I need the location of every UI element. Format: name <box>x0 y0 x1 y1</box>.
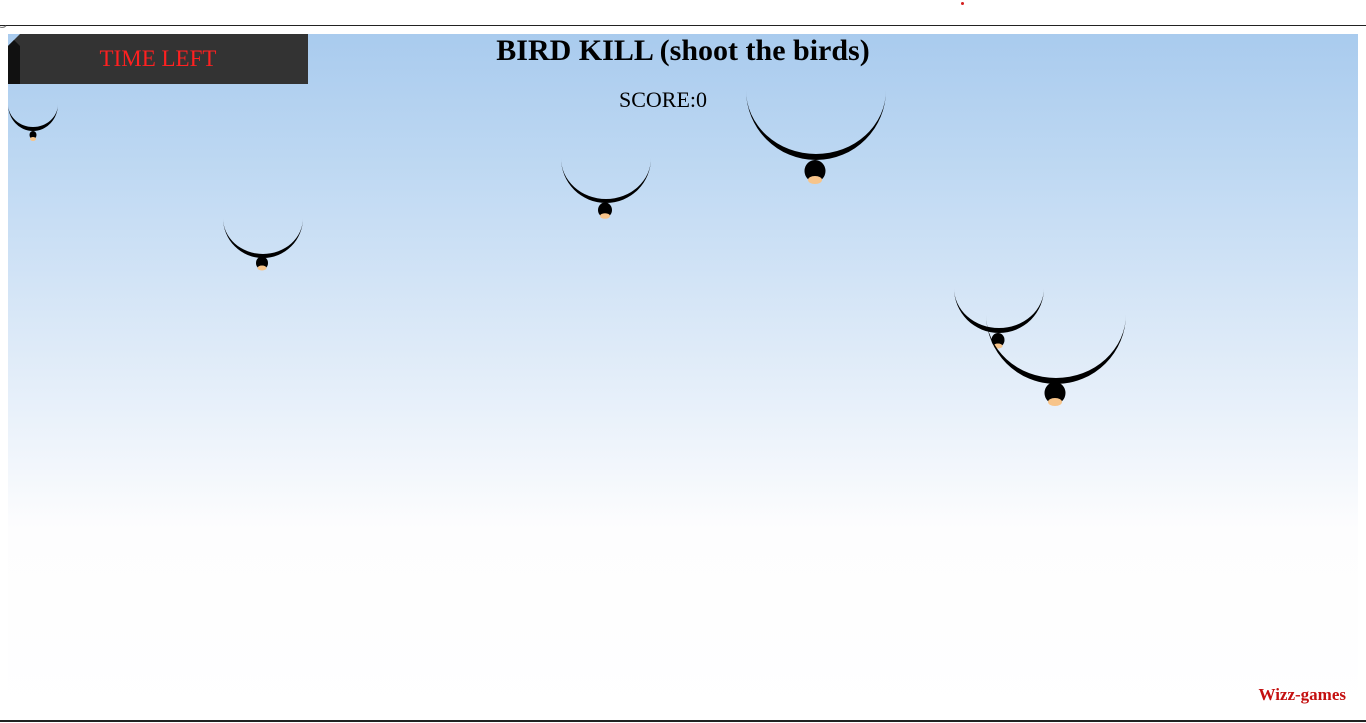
birds-layer <box>8 90 1126 406</box>
bird[interactable] <box>223 218 303 271</box>
credit-link[interactable]: Wizz-games <box>1259 685 1347 705</box>
bird[interactable] <box>561 158 651 219</box>
bird[interactable] <box>954 288 1044 349</box>
bird[interactable] <box>8 104 58 141</box>
bottom-border <box>0 720 1366 722</box>
bird[interactable] <box>746 90 886 184</box>
